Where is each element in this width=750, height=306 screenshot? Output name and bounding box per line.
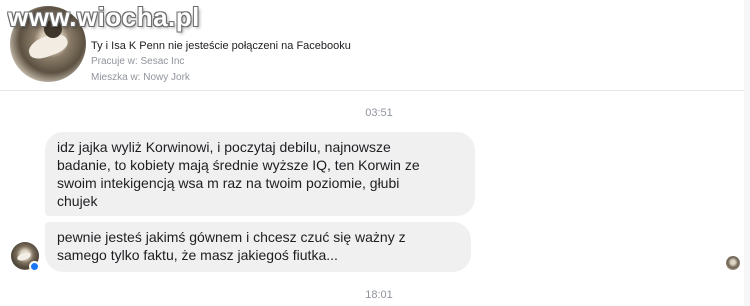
watermark-logo: www.wiocha.pl xyxy=(8,2,200,32)
message-line: swoim intekigencją wsa m raz na twoim po… xyxy=(57,175,400,191)
message-bubble[interactable]: pewnie jesteś jakimś gównem i chcesz czu… xyxy=(45,222,471,272)
message-bubble[interactable]: idz jajka wyliż Korwinowi, i poczytaj de… xyxy=(45,132,475,216)
message-line: badanie, to kobiety mają średnie wyższe … xyxy=(57,157,420,173)
header-divider xyxy=(0,90,750,91)
messenger-badge-icon xyxy=(29,261,40,272)
message-line: pewnie jesteś jakimś gównem i chcesz czu… xyxy=(57,229,406,245)
location-info-text: Mieszka w: Nowy Jork xyxy=(91,72,190,83)
connection-status-text: Ty i Isa K Penn nie jesteście połączeni … xyxy=(91,40,351,52)
message-timestamp: 18:01 xyxy=(365,289,393,301)
message-line: samego tylko faktu, że masz jakiegoś fiu… xyxy=(57,247,338,263)
conversation-header: www.wiocha.pl Ty i Isa K Penn nie jesteś… xyxy=(0,0,750,86)
work-info-text: Pracuje w: Sesac Inc xyxy=(91,56,185,67)
message-line: idz jajka wyliż Korwinowi, i poczytaj de… xyxy=(57,139,391,155)
message-timestamp: 03:51 xyxy=(365,107,393,119)
message-line: chujek xyxy=(57,193,98,209)
scrollbar[interactable] xyxy=(744,0,750,306)
seen-receipt-avatar xyxy=(726,256,740,270)
